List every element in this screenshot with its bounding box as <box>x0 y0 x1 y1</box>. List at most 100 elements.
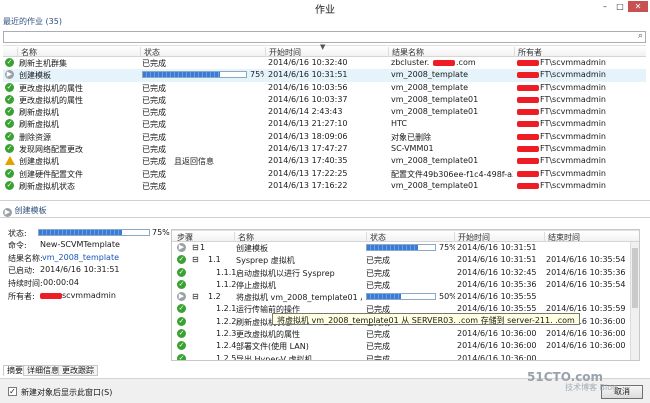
job-name: 刷新虚拟机 <box>19 120 59 130</box>
success-icon: ✓ <box>5 58 14 67</box>
started-value: 2014/6/16 10:31:51 <box>40 265 120 274</box>
step-row[interactable]: ✓ 1.2.5 导出 Hyper-V 虚拟机 已完成 2014/6/16 10:36:0… <box>172 353 639 361</box>
duration-label: 持续时间: <box>8 279 43 288</box>
step-end-time: 2014/6/16 10:35:54 <box>546 279 626 289</box>
running-icon: ▶ <box>177 243 186 252</box>
step-status: 已完成 <box>366 330 390 340</box>
steps-table-header: 步骤 名称 状态 开始时间 结束时间 <box>172 230 639 242</box>
job-name: 更改虚拟机的属性 <box>19 83 83 93</box>
column-header-start-time[interactable]: 开始时间 <box>265 47 301 57</box>
watermark-subtitle: 技术博客 Blog <box>565 383 618 392</box>
success-icon: ✓ <box>5 131 14 141</box>
expand-collapse-icon[interactable]: ⊟ <box>192 255 202 264</box>
minimize-button[interactable]: – <box>598 1 612 12</box>
step-row[interactable]: ▶ ⊟ 1.2 将虚拟机 vm_2008_template01 从 S... 50%20… <box>172 291 639 303</box>
job-status: 已完成 <box>142 95 166 105</box>
step-row[interactable]: ✓ ⊟ 1.1 Sysprep 虚拟机 已完成 2014/6/16 10:31:51 201… <box>172 254 639 266</box>
step-row[interactable]: ✓ 1.1.2 停止虚拟机 已完成 2014/6/16 10:35:36 2014/6/1… <box>172 279 639 291</box>
job-owner: FT\scvmmadmin <box>540 70 606 80</box>
job-row[interactable]: 创建虚拟机 已完成 且返回信息 2014/6/13 17:40:35 vm_2008_… <box>3 155 646 167</box>
job-row[interactable]: ✓ 更改虚拟机的属性 已完成 2014/6/16 10:03:56 vm_2008_te… <box>3 82 646 94</box>
job-result-name: vm_2008_template01 <box>391 156 479 166</box>
column-header-status[interactable]: 状态 <box>140 47 160 57</box>
job-result-name: 对象已删除 <box>391 132 431 142</box>
column-header-name[interactable]: 名称 <box>17 47 37 57</box>
job-result-name: vm_2008_template <box>391 82 468 92</box>
step-start-time: 2014/6/16 10:36:00 <box>457 329 537 339</box>
job-progress-bar <box>142 71 247 79</box>
redaction-mark <box>517 96 539 103</box>
job-start-time: 2014/6/16 10:32:40 <box>268 58 348 67</box>
step-name: 创建模板 <box>236 244 268 253</box>
step-row[interactable]: ▶⊟1创建模板75%2014/6/16 10:31:51 <box>172 242 639 254</box>
search-icon[interactable]: ⌕ <box>638 31 643 41</box>
redaction-mark <box>517 146 539 153</box>
job-row[interactable]: ✓ 刷新主机群集 已完成 2014/6/16 10:32:40 zbcluster. .c… <box>3 57 646 69</box>
job-row[interactable]: ✓ 刷新虚拟机 已完成 2014/6/14 2:43:43 vm_2008_templa… <box>3 106 646 118</box>
job-owner: FT\scvmmadmin <box>540 58 606 67</box>
steps-scrollbar[interactable] <box>630 242 639 360</box>
result-link[interactable]: vm_2008_template <box>42 253 119 262</box>
job-row[interactable]: ✓ 发现网络配置更改 已完成 2014/6/13 17:47:27 SC-VMM01 FT… <box>3 143 646 155</box>
owner-value: scvmmadmin <box>40 291 116 300</box>
step-status: 已完成 <box>366 354 390 361</box>
step-name: 更改虚拟机的属性 <box>236 330 300 340</box>
warning-icon <box>5 156 15 166</box>
job-name: 更改虚拟机的属性 <box>19 95 83 105</box>
tab-details[interactable]: 详细信息 <box>23 365 63 376</box>
job-status: 已完成 <box>142 120 166 130</box>
success-icon: ✓ <box>177 316 186 326</box>
scrollbar-thumb[interactable] <box>632 248 638 308</box>
job-row[interactable]: ✓ 刷新虚拟机状态 已完成 2014/6/13 17:16:22 vm_2008_tem… <box>3 180 646 192</box>
column-header-result-name[interactable]: 结果名称 <box>388 47 424 57</box>
step-status: 已完成 <box>366 280 390 290</box>
step-start-time: 2014/6/16 10:31:51 <box>457 255 537 265</box>
job-start-time: 2014/6/13 18:09:06 <box>268 131 348 141</box>
show-window-checkbox[interactable]: ✓ <box>8 387 17 396</box>
sort-descending-icon: ▼ <box>320 43 326 51</box>
search-input[interactable]: ⌕ <box>3 31 646 43</box>
job-owner: FT\scvmmadmin <box>540 156 606 166</box>
job-result-name: vm_2008_template <box>391 70 468 80</box>
job-row[interactable]: ✓ 删除资源 已完成 2014/6/13 18:09:06 对象已删除 FT\scvmma… <box>3 131 646 143</box>
maximize-button[interactable]: □ <box>613 1 627 12</box>
jobs-table-header: 名称 状态 开始时间 ▼ 结果名称 所有者 <box>3 43 646 57</box>
tab-change-tracking[interactable]: 更改跟踪 <box>58 365 98 376</box>
expand-collapse-icon[interactable]: ⊟ <box>192 292 202 301</box>
column-header-owner[interactable]: 所有者 <box>514 47 542 57</box>
redaction-mark <box>517 121 539 128</box>
job-row[interactable]: ▶ 创建模板 75% 2014/6/16 10:31:51 vm_2008_templa… <box>3 69 646 82</box>
close-button[interactable]: ✕ <box>628 1 648 12</box>
job-result-name: vm_2008_template01 <box>391 107 479 117</box>
column-header-step-start[interactable]: 开始时间 <box>454 232 490 242</box>
job-row[interactable]: ✓ 更改虚拟机的属性 已完成 2014/6/16 10:03:37 vm_2008_te… <box>3 94 646 106</box>
step-row[interactable]: ✓ 1.2.3 更改虚拟机的属性 已完成 2014/6/16 10:36:00 2014/… <box>172 328 639 340</box>
success-icon: ✓ <box>177 329 186 339</box>
success-icon: ✓ <box>5 82 14 92</box>
splitter[interactable] <box>0 200 650 201</box>
column-header-step-end[interactable]: 结束时间 <box>544 232 580 242</box>
step-row[interactable]: ✓ 1.2.4 部署文件(使用 LAN) 已完成 2014/6/16 10:36:00 2… <box>172 340 639 352</box>
job-status: 已完成 <box>142 108 166 118</box>
column-header-step[interactable]: 步骤 <box>174 232 193 242</box>
running-icon: ▶ <box>3 208 12 217</box>
job-row[interactable]: ✓ 创建硬件配置文件 已完成 2014/6/13 17:22:25 配置文件49b306… <box>3 168 646 180</box>
redaction-mark <box>433 60 455 66</box>
step-number: 1.1 <box>208 255 221 265</box>
redaction-mark <box>517 84 539 91</box>
column-header-step-status[interactable]: 状态 <box>366 232 386 242</box>
job-result-name: SC-VMM01 <box>391 144 434 154</box>
job-progress-text: 75% <box>250 70 264 80</box>
redaction-mark <box>517 133 539 140</box>
job-row[interactable]: ✓ 刷新虚拟机 已完成 2014/6/13 21:27:10 HTC FT\scvmmad… <box>3 118 646 130</box>
job-name: 刷新主机群集 <box>19 59 67 68</box>
step-progress-text: 75% <box>439 243 455 252</box>
create-template-action[interactable]: ▶ 创建模板 <box>3 205 47 217</box>
recent-jobs-header: 最近的作业 (35) <box>3 17 62 26</box>
step-row[interactable]: ✓ 1.1.1 启动虚拟机以进行 Sysprep 已完成 2014/6/16 10:32… <box>172 267 639 279</box>
column-header-step-name[interactable]: 名称 <box>234 232 254 242</box>
success-icon: ✓ <box>177 255 186 265</box>
step-status: 已完成 <box>366 268 390 278</box>
job-name: 刷新虚拟机状态 <box>19 181 75 191</box>
job-start-time: 2014/6/14 2:43:43 <box>268 107 343 117</box>
